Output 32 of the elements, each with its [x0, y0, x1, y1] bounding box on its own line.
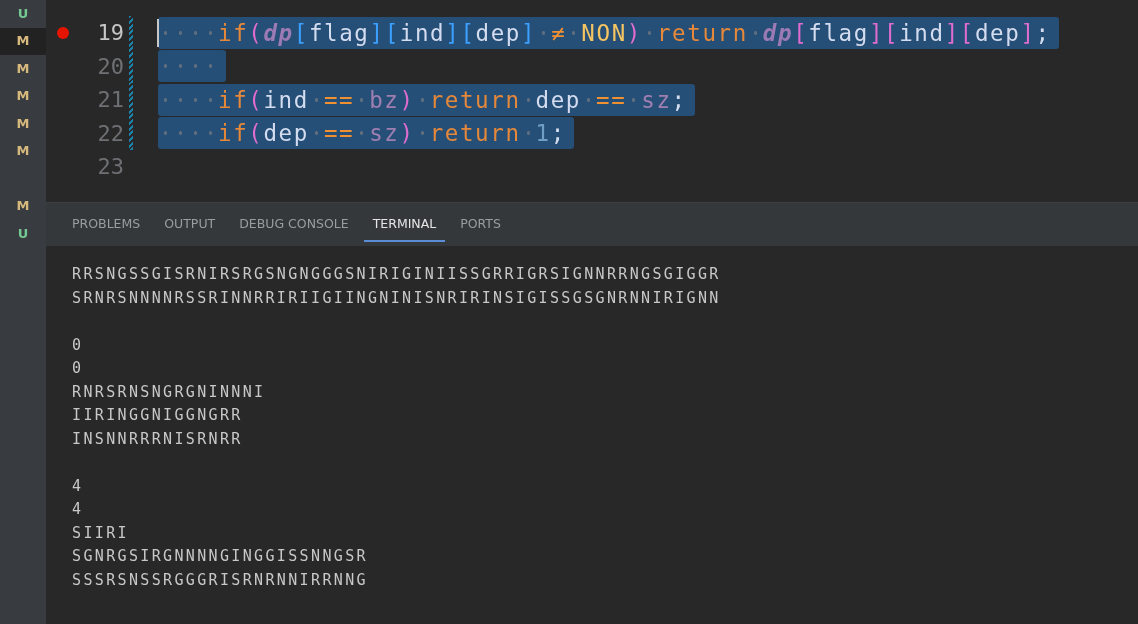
terminal-output-line: SGNRGSIRGNNNNGINGGISSNNGSR	[72, 546, 368, 567]
terminal-output-line: 4	[72, 499, 84, 520]
terminal-output-line: 0	[72, 358, 84, 379]
line-number: 23	[96, 154, 124, 180]
terminal-output-line: SSSRSNSSRGGGRISRNRNNIRRNNG	[72, 569, 368, 591]
panel-tab[interactable]: PORTS	[451, 203, 510, 242]
line-number: 21	[96, 87, 124, 113]
terminal-output-line: RNRSRNSNGRGNINNNI	[72, 381, 266, 403]
terminal-output-line: INSNNRRRNISRNRR	[72, 428, 243, 450]
panel-tab[interactable]: DEBUG CONSOLE	[230, 203, 358, 242]
changed-file-row[interactable]: M	[0, 110, 46, 138]
changed-file-row[interactable]: M	[0, 192, 46, 220]
line-number: 20	[96, 53, 124, 79]
panel-tab[interactable]: OUTPUT	[155, 203, 225, 242]
changed-file-row[interactable]: M	[0, 137, 46, 165]
changed-file-row[interactable]: U	[0, 220, 46, 248]
terminal-output-line: RRSNGSSGISRNIRSRGSNGNGGGSNIRIGINIISSGRRIGRSIGNNRRNGSGIGGR	[72, 264, 721, 285]
changed-file-row[interactable]: M	[0, 55, 46, 83]
line-number: 19	[96, 20, 124, 46]
changed-file-row[interactable]: U	[0, 0, 46, 28]
panel-tab[interactable]: TERMINAL	[363, 203, 446, 242]
terminal-output-line: SIIRI	[72, 522, 129, 544]
terminal-output-line: 0	[72, 334, 84, 356]
changed-file-row[interactable]: M	[0, 27, 46, 55]
terminal-output-line: 4	[72, 475, 84, 497]
changed-file-row[interactable]: M	[0, 82, 46, 110]
terminal-output-line: IIRINGGNIGGNGRR	[72, 405, 243, 426]
breakpoint-icon[interactable]	[57, 26, 69, 39]
line-number: 22	[96, 120, 124, 146]
panel-tab[interactable]: PROBLEMS	[63, 203, 150, 242]
terminal-output-line: SRNRSNNNNRSSRINNRRIRIIGIINGNINISNRIRINSIGISSGSGNRNNIRIGNN	[72, 287, 721, 309]
text-cursor	[157, 19, 159, 47]
